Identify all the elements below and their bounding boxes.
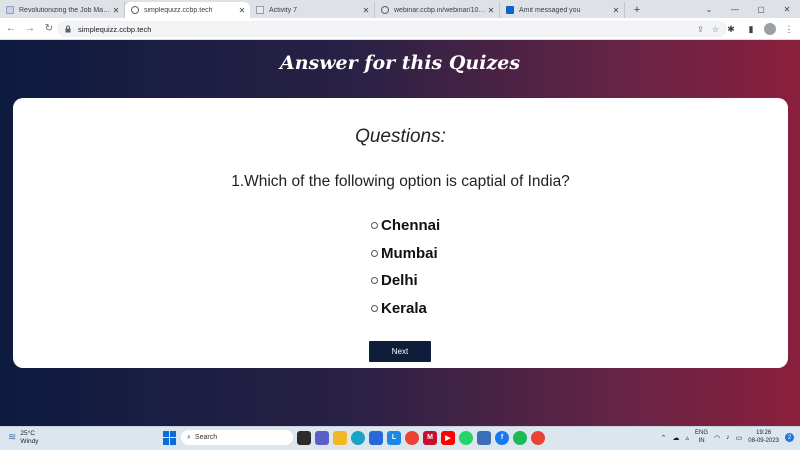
linkedin-icon bbox=[506, 6, 514, 14]
tab-title: webinar.ccbp.in/webinar/10x-ac bbox=[394, 6, 487, 14]
task-view-icon[interactable] bbox=[297, 430, 311, 445]
site-favicon bbox=[256, 6, 264, 14]
option-label: Chennai bbox=[381, 217, 441, 235]
next-button[interactable]: Next bbox=[369, 341, 431, 362]
app-icon[interactable] bbox=[477, 430, 491, 445]
question-text: 1.Which of the following option is capti… bbox=[231, 173, 570, 190]
date: 08-09-2023 bbox=[748, 437, 779, 444]
windows-start-icon[interactable] bbox=[163, 430, 177, 445]
back-icon[interactable]: ← bbox=[3, 21, 19, 37]
page-title: Answer for this Quizes bbox=[279, 52, 521, 74]
weather-temp: 25°C bbox=[20, 430, 35, 437]
volume-icon[interactable]: ♪ bbox=[726, 434, 730, 441]
menu-icon[interactable]: ⋮ bbox=[782, 21, 796, 37]
quiz-card: Questions: 1.Which of the following opti… bbox=[13, 98, 788, 368]
tab-revolutionizing[interactable]: Revolutionizing the Job Market | ✕ bbox=[0, 2, 125, 18]
tab-strip: Revolutionizing the Job Market | ✕ simpl… bbox=[0, 0, 800, 18]
whatsapp-icon[interactable] bbox=[459, 430, 473, 445]
option-chennai[interactable]: Chennai bbox=[371, 212, 440, 240]
close-icon[interactable]: ✕ bbox=[612, 6, 620, 15]
option-label: Mumbai bbox=[381, 244, 438, 262]
wifi-icon[interactable]: ◠ bbox=[714, 434, 720, 442]
wind-icon: ≋ bbox=[8, 432, 17, 443]
radio-button[interactable] bbox=[371, 277, 378, 285]
window-controls: ⌄ — ▢ ✕ bbox=[696, 0, 800, 18]
lock-icon bbox=[65, 25, 71, 33]
taskbar: ≋ 25°C Windy ⌕ Search L M ▶ f ⌃ ☁ ▵ ENG … bbox=[0, 426, 800, 450]
language-indicator[interactable]: ENG IN bbox=[695, 430, 708, 445]
tab-simplequizz[interactable]: simplequizz.ccbp.tech ✕ bbox=[125, 2, 250, 18]
lang-top: ENG bbox=[695, 430, 709, 436]
forward-icon[interactable]: → bbox=[22, 21, 38, 37]
learning-app-icon[interactable]: L bbox=[387, 430, 401, 445]
edge-icon[interactable] bbox=[351, 430, 365, 445]
tab-title: Activity 7 bbox=[269, 6, 298, 14]
site-favicon bbox=[6, 6, 14, 14]
reload-icon[interactable]: ↻ bbox=[41, 21, 57, 37]
clock[interactable]: 19:26 08-09-2023 bbox=[748, 430, 779, 445]
taskbar-search[interactable]: ⌕ Search bbox=[181, 430, 293, 445]
radio-button[interactable] bbox=[371, 249, 378, 257]
lang-bottom: IN bbox=[698, 437, 705, 444]
share-icon[interactable]: ⇪ bbox=[697, 25, 704, 34]
drive-icon[interactable]: ▵ bbox=[686, 434, 690, 442]
globe-icon bbox=[381, 6, 389, 14]
option-label: Delhi bbox=[381, 272, 418, 290]
tab-search-icon[interactable]: ⌄ bbox=[696, 5, 722, 14]
browser-toolbar: ← → ↻ simplequizz.ccbp.tech ⇪ ☆ ✱ ▮ ⋮ bbox=[0, 18, 800, 40]
radio-button[interactable] bbox=[371, 304, 378, 312]
tab-title: Revolutionizing the Job Market | bbox=[19, 6, 112, 14]
chrome-icon[interactable] bbox=[405, 430, 419, 445]
taskbar-apps: ⌕ Search L M ▶ f bbox=[163, 430, 545, 445]
close-window-icon[interactable]: ✕ bbox=[774, 5, 800, 14]
spotify-icon[interactable] bbox=[513, 430, 527, 445]
close-icon[interactable]: ✕ bbox=[238, 6, 246, 15]
tab-title: simplequizz.ccbp.tech bbox=[144, 6, 213, 14]
system-tray: ⌃ ☁ ▵ ENG IN ◠ ♪ ▭ 19:26 08-09-2023 2 bbox=[661, 430, 794, 445]
weather-widget[interactable]: ≋ 25°C Windy bbox=[8, 430, 38, 445]
mcafee-icon[interactable]: M bbox=[423, 430, 437, 445]
close-icon[interactable]: ✕ bbox=[362, 6, 370, 15]
url-text: simplequizz.ccbp.tech bbox=[78, 24, 152, 34]
chrome-profile-icon[interactable] bbox=[531, 430, 545, 445]
youtube-icon[interactable]: ▶ bbox=[441, 430, 455, 445]
side-panel-icon[interactable]: ▮ bbox=[744, 21, 758, 37]
tab-webinar[interactable]: webinar.ccbp.in/webinar/10x-ac ✕ bbox=[375, 2, 500, 18]
address-bar[interactable]: simplequizz.ccbp.tech ⇪ ☆ bbox=[57, 21, 727, 37]
onedrive-icon[interactable]: ☁ bbox=[673, 434, 680, 442]
profile-avatar[interactable] bbox=[764, 23, 776, 35]
search-placeholder: Search bbox=[194, 434, 218, 441]
tab-linkedin[interactable]: Amit messaged you ✕ bbox=[500, 2, 625, 18]
notification-badge[interactable]: 2 bbox=[785, 433, 794, 442]
close-icon[interactable]: ✕ bbox=[112, 6, 120, 15]
file-explorer-icon[interactable] bbox=[333, 430, 347, 445]
chevron-up-icon[interactable]: ⌃ bbox=[661, 434, 667, 442]
time: 19:26 bbox=[756, 430, 772, 436]
page-background: Answer for this Quizes Questions: 1.Whic… bbox=[0, 40, 800, 426]
option-mumbai[interactable]: Mumbai bbox=[371, 240, 440, 268]
globe-icon bbox=[131, 6, 139, 14]
bookmark-star-icon[interactable]: ☆ bbox=[712, 25, 719, 34]
minimize-icon[interactable]: — bbox=[722, 5, 748, 14]
extensions-icon[interactable]: ✱ bbox=[724, 21, 738, 37]
search-icon: ⌕ bbox=[187, 433, 191, 441]
tab-title: Amit messaged you bbox=[519, 6, 581, 14]
tab-activity[interactable]: Activity 7 ✕ bbox=[250, 2, 375, 18]
facebook-icon[interactable]: f bbox=[495, 430, 509, 445]
radio-button[interactable] bbox=[371, 222, 378, 230]
option-label: Kerala bbox=[381, 299, 427, 317]
option-delhi[interactable]: Delhi bbox=[371, 267, 440, 295]
new-tab-button[interactable]: + bbox=[629, 2, 645, 18]
questions-heading: Questions: bbox=[355, 126, 446, 147]
teams-icon[interactable] bbox=[315, 430, 329, 445]
option-kerala[interactable]: Kerala bbox=[371, 295, 440, 323]
battery-icon[interactable]: ▭ bbox=[736, 434, 743, 442]
store-icon[interactable] bbox=[369, 430, 383, 445]
options-list: Chennai Mumbai Delhi Kerala bbox=[371, 212, 440, 322]
close-icon[interactable]: ✕ bbox=[487, 6, 495, 15]
weather-desc: Windy bbox=[20, 437, 39, 445]
maximize-icon[interactable]: ▢ bbox=[748, 5, 774, 14]
